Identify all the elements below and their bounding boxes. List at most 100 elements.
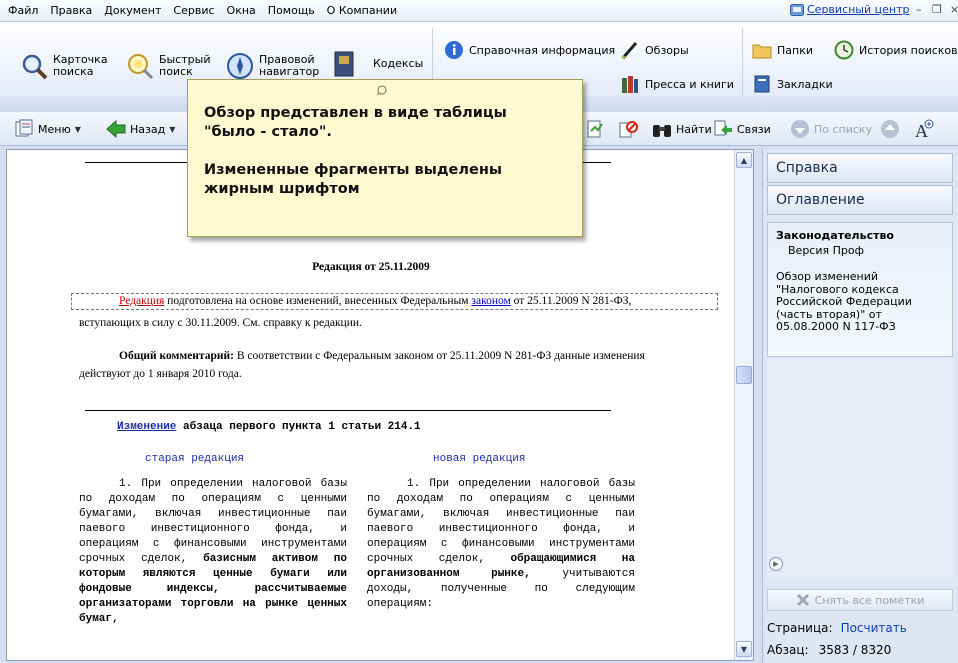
binoculars-icon (653, 125, 671, 137)
change-heading: Изменение абзаца первого пункта 1 статьи… (117, 420, 421, 435)
menu-label: Меню (38, 122, 71, 136)
folders-button[interactable]: Папки (752, 40, 813, 60)
version-label: Версия Проф (788, 244, 864, 257)
right-panel: Справка Оглавление Законодательство Верс… (762, 149, 958, 663)
press-books-button[interactable]: Пресса и книги (620, 74, 734, 94)
tooltip-gap (204, 142, 568, 161)
edition-text-1: подготовлена на основе изменений, внесен… (164, 295, 472, 307)
edition-note-line-2: вступающих в силу с 30.11.2009. См. спра… (79, 317, 362, 329)
menu-windows[interactable]: Окна (221, 4, 262, 17)
paragraph-info: Абзац: 3583 / 8320 (767, 643, 891, 657)
font-size-button[interactable]: A (914, 118, 934, 140)
quick-search-button[interactable]: Быстрый поиск (126, 52, 211, 80)
legislation-label: Законодательство (776, 229, 894, 242)
new-edition-column: 1. При определении налоговой базы по дох… (367, 477, 635, 612)
document-description: Обзор изменений "Налогового кодекса Росс… (776, 270, 912, 333)
quick-search-icon (128, 54, 154, 80)
clear-marks-button[interactable]: Снять все пометки (767, 589, 953, 611)
back-label: Назад (130, 122, 166, 136)
codes-button[interactable]: Кодексы (330, 50, 423, 78)
bookmarks-button[interactable]: Закладки (752, 74, 833, 94)
restore-icon[interactable]: ❐ (932, 3, 942, 16)
edit-document-button[interactable] (585, 118, 605, 140)
find-button[interactable]: Найти (652, 118, 712, 140)
links-icon (714, 120, 732, 136)
arrow-left-icon (106, 119, 126, 139)
paragraph-label: Абзац: (767, 643, 809, 657)
scroll-up-icon[interactable]: ▲ (736, 152, 752, 168)
up-button[interactable] (880, 118, 900, 140)
pin-icon (376, 85, 387, 96)
by-list-label: По списку (814, 122, 873, 136)
scroll-down-icon[interactable]: ▼ (736, 641, 752, 657)
expand-circle-icon[interactable]: ▶ (769, 557, 783, 571)
reviews-button[interactable]: Обзоры (620, 40, 689, 60)
card-search-button[interactable]: Карточка поиска (20, 52, 108, 80)
comment-label: Общий комментарий: (119, 350, 234, 362)
tooltip-line-1: Обзор представлен в виде таблицы (204, 105, 507, 121)
scroll-thumb[interactable] (736, 366, 752, 384)
paragraph-value: 3583 / 8320 (818, 643, 892, 657)
new-edition-text-1: 1. При определении налоговой базы по дох… (367, 478, 635, 565)
links-label: Связи (737, 122, 771, 136)
by-list-button[interactable]: По списку (790, 118, 872, 140)
no-sign-icon (619, 121, 638, 138)
links-button[interactable]: Связи (713, 118, 771, 140)
folders-label: Папки (777, 43, 813, 57)
clear-marks-label: Снять все пометки (814, 593, 925, 607)
tooltip-line-3: Измененные фрагменты выделены (204, 162, 502, 178)
old-edition-text: 1. При определении налоговой базы по дох… (79, 478, 347, 565)
edit-document-icon (587, 120, 603, 138)
find-label: Найти (676, 122, 712, 136)
books-icon (622, 76, 638, 93)
panel-empty-area (767, 359, 953, 579)
arrow-up-circle-icon (881, 120, 899, 138)
bookmark-icon (754, 75, 770, 93)
old-edition-heading: старая редакция (145, 453, 245, 465)
magnifier-icon (22, 54, 48, 80)
navigator-compass-icon (227, 53, 253, 79)
page-info: Страница: Посчитать (767, 621, 907, 635)
menu-service[interactable]: Сервис (167, 4, 220, 17)
chevron-down-icon: ▼ (169, 124, 176, 134)
tab-help[interactable]: Справка (767, 153, 953, 183)
edition-text-2: от 25.11.2009 N 281-ФЗ, (510, 295, 632, 307)
legal-navigator-button[interactable]: Правовой навигатор (226, 52, 319, 80)
edition-note-line-1: Редакция подготовлена на основе изменени… (79, 294, 719, 309)
quick-search-label-2: поиск (159, 65, 193, 78)
menu-document[interactable]: Документ (98, 4, 167, 17)
menu-doc-icon (15, 119, 33, 137)
old-edition-column: 1. При определении налоговой базы по дох… (79, 477, 347, 627)
menu-button[interactable]: Меню ▼ (14, 118, 81, 140)
count-pages-link[interactable]: Посчитать (841, 621, 907, 635)
edition-title: Редакция от 25.11.2009 (312, 261, 430, 273)
tab-contents[interactable]: Оглавление (767, 185, 953, 215)
reference-info-button[interactable]: Справочная информация (444, 40, 615, 60)
change-link[interactable]: Изменение (117, 421, 176, 433)
middle-divider (85, 410, 611, 411)
reviews-label: Обзоры (645, 43, 689, 57)
menu-file[interactable]: Файл (0, 4, 44, 17)
edition-link[interactable]: Редакция (119, 295, 164, 307)
menu-help[interactable]: Помощь (262, 4, 321, 17)
service-center-link[interactable]: Сервисный центр (790, 3, 909, 16)
law-link[interactable]: законом (471, 295, 510, 307)
tooltip-line-4: жирным шрифтом (204, 181, 360, 197)
minimize-icon[interactable]: – (916, 3, 922, 16)
search-history-button[interactable]: История поисков (834, 40, 958, 60)
hint-tooltip: Обзор представлен в виде таблицы "было -… (187, 79, 583, 237)
menu-about-company[interactable]: О Компании (321, 4, 403, 17)
menu-edit[interactable]: Правка (44, 4, 98, 17)
ribbon-separator (742, 28, 743, 106)
service-center-label: Сервисный центр (807, 3, 910, 16)
comment-line-2: действуют до 1 января 2010 года. (79, 368, 242, 380)
chevron-down-icon: ▼ (74, 124, 81, 134)
document-scrollbar[interactable]: ▲ ▼ (734, 150, 753, 660)
codes-label: Кодексы (373, 57, 424, 70)
close-icon[interactable]: × (950, 3, 958, 16)
back-button[interactable]: Назад ▼ (106, 118, 175, 140)
bookmarks-label: Закладки (777, 77, 833, 91)
remove-marks-button[interactable] (618, 118, 638, 140)
reference-info-label: Справочная информация (469, 43, 616, 57)
search-history-label: История поисков (859, 43, 958, 57)
